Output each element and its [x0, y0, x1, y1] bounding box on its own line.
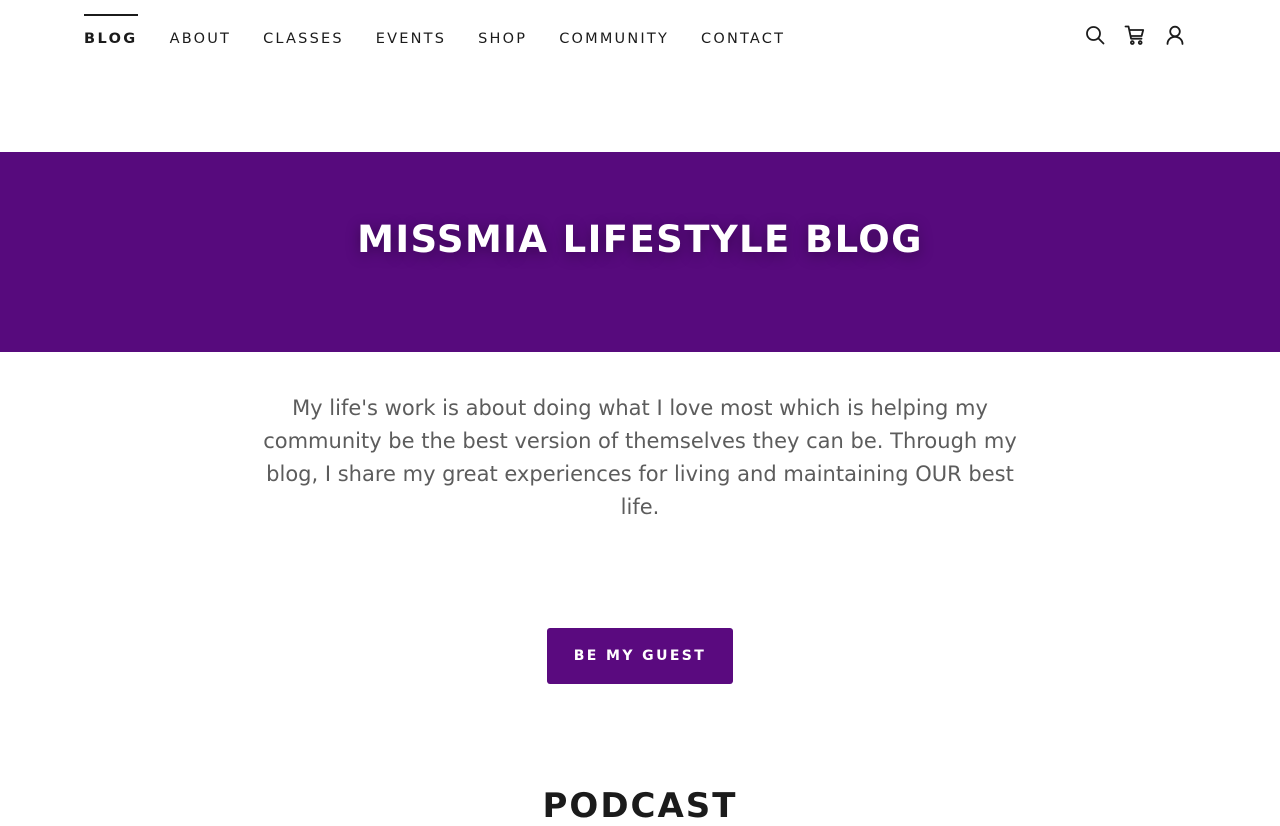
header-icons — [1084, 24, 1186, 46]
nav-item-events[interactable]: EVENTS — [376, 14, 446, 54]
nav-item-about[interactable]: ABOUT — [170, 14, 232, 54]
nav-item-shop[interactable]: SHOP — [478, 14, 527, 54]
nav-item-contact[interactable]: CONTACT — [701, 14, 785, 54]
search-icon[interactable] — [1084, 24, 1106, 46]
podcast-heading: PODCAST — [542, 786, 738, 826]
nav-item-classes[interactable]: CLASSES — [263, 14, 344, 54]
be-my-guest-button[interactable]: BE MY GUEST — [547, 628, 733, 684]
account-icon[interactable] — [1164, 24, 1186, 46]
top-navigation: BLOG ABOUT CLASSES EVENTS SHOP COMMUNITY… — [0, 0, 1280, 80]
nav-item-community[interactable]: COMMUNITY — [559, 14, 669, 54]
hero-title: MISSMIA LIFESTYLE BLOG — [357, 218, 923, 261]
nav-item-blog[interactable]: BLOG — [84, 14, 138, 54]
nav-links: BLOG ABOUT CLASSES EVENTS SHOP COMMUNITY… — [84, 14, 817, 54]
intro-paragraph: My life's work is about doing what I lov… — [263, 396, 1017, 519]
hero-banner: MISSMIA LIFESTYLE BLOG — [0, 152, 1280, 352]
cart-icon[interactable] — [1124, 24, 1146, 46]
